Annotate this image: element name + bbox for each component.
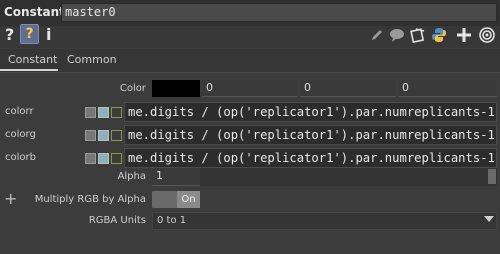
chevron-down-icon[interactable] [484, 216, 494, 222]
color-g-field[interactable]: 0 [300, 80, 396, 97]
constant-mode-icon[interactable] [85, 153, 96, 164]
info-button[interactable]: i [46, 25, 51, 45]
color-swatch[interactable] [152, 80, 200, 97]
tab-common[interactable]: Common [67, 53, 117, 66]
color-r-field[interactable]: 0 [202, 80, 298, 97]
tab-constant[interactable]: Constant [6, 53, 59, 66]
python-help-button[interactable]: ? [20, 24, 39, 44]
multiply-toggle-state[interactable]: On [177, 191, 200, 208]
colorb-expression-field[interactable]: me.digits / (op('replicator1').par.numre… [124, 148, 497, 168]
export-mode-icon[interactable] [111, 130, 122, 141]
export-mode-icon[interactable] [111, 107, 122, 118]
constant-mode-icon[interactable] [85, 107, 96, 118]
alpha-slider[interactable] [200, 168, 497, 186]
colorr-label: colorr [5, 106, 34, 117]
colorg-expression-field[interactable]: me.digits / (op('replicator1').par.numre… [124, 125, 497, 145]
panel-footer [0, 236, 500, 254]
python-icon[interactable] [431, 27, 447, 43]
comment-icon[interactable] [389, 27, 405, 43]
plus-icon[interactable] [456, 27, 472, 43]
operator-type-label: Constant [4, 5, 65, 19]
colorb-label: colorb [5, 152, 36, 163]
expression-mode-icon[interactable] [98, 107, 109, 118]
expand-plus-icon[interactable]: + [4, 189, 17, 208]
constant-mode-icon[interactable] [85, 130, 96, 141]
color-label: Color [119, 83, 146, 94]
operator-name-field[interactable]: master0 [61, 3, 497, 22]
colorg-label: colorg [5, 129, 36, 140]
rgba-units-dropdown[interactable]: 0 to 1 [152, 212, 497, 230]
active-tab-indicator [0, 69, 58, 71]
expression-mode-icon[interactable] [98, 153, 109, 164]
target-icon[interactable] [479, 27, 495, 43]
rgba-units-label: RGBA Units [88, 215, 146, 226]
expression-mode-icon[interactable] [98, 130, 109, 141]
colorr-expression-field[interactable]: me.digits / (op('replicator1').par.numre… [124, 102, 497, 122]
multiply-rgb-label: Multiply RGB by Alpha [34, 194, 146, 205]
pencil-icon[interactable] [369, 27, 385, 43]
clone-icon[interactable] [410, 27, 426, 43]
alpha-field[interactable]: 1 [152, 168, 200, 186]
help-button[interactable]: ? [5, 25, 14, 45]
alpha-label: Alpha [117, 171, 146, 182]
color-b-field[interactable]: 0 [398, 80, 497, 97]
alpha-slider-handle[interactable] [488, 169, 496, 184]
export-mode-icon[interactable] [111, 153, 122, 164]
